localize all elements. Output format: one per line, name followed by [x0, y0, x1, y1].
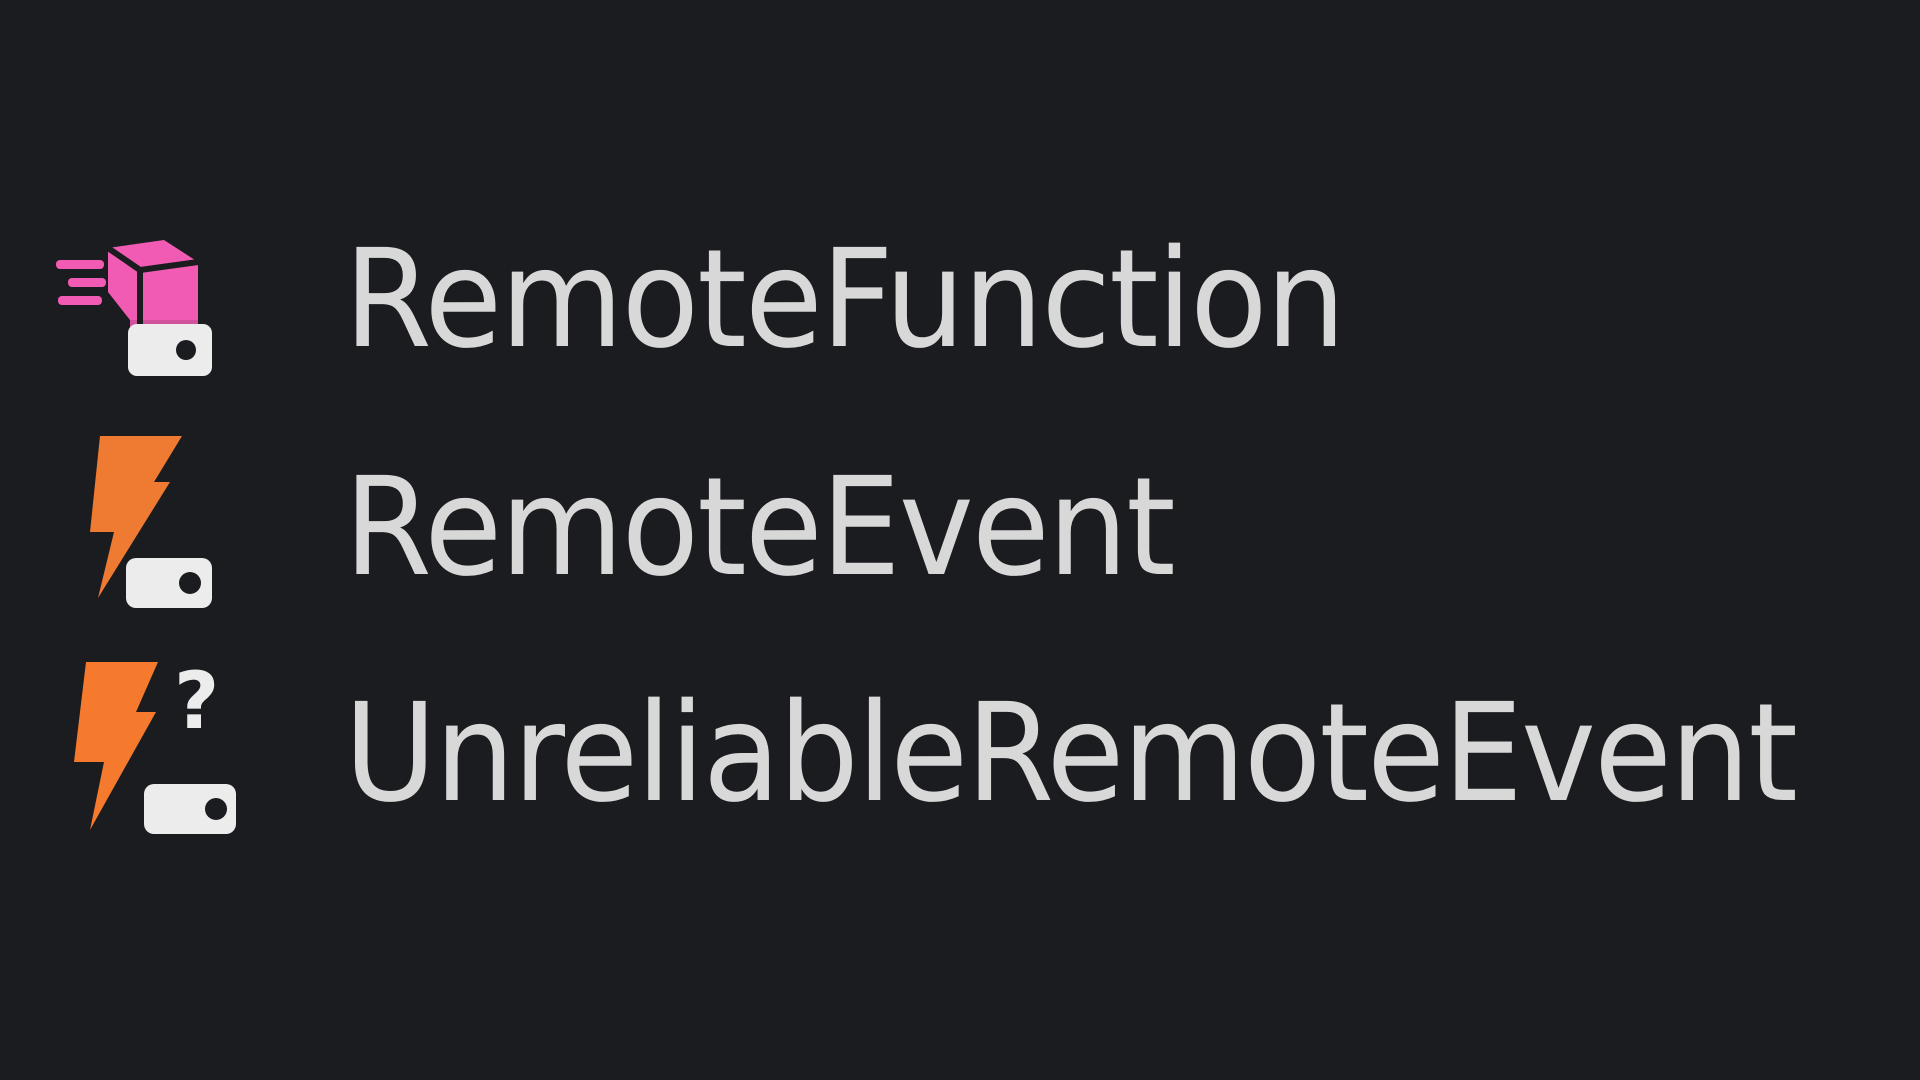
- list-item-label: RemoteFunction: [344, 221, 1346, 379]
- list-item-remote-function[interactable]: RemoteFunction: [48, 190, 1419, 410]
- remote-event-icon: [48, 428, 248, 628]
- list-item-remote-event[interactable]: RemoteEvent: [48, 418, 1236, 638]
- list-item-label: RemoteEvent: [344, 449, 1176, 607]
- list-item-label: UnreliableRemoteEvent: [344, 675, 1798, 833]
- remote-class-list: RemoteFunction RemoteEvent ? UnreliableR…: [0, 0, 1920, 1080]
- remote-function-icon: [48, 200, 248, 400]
- unreliable-remote-event-icon: ?: [48, 654, 248, 854]
- list-item-unreliable-remote-event[interactable]: ? UnreliableRemoteEvent: [48, 644, 1905, 864]
- svg-text:?: ?: [174, 657, 219, 747]
